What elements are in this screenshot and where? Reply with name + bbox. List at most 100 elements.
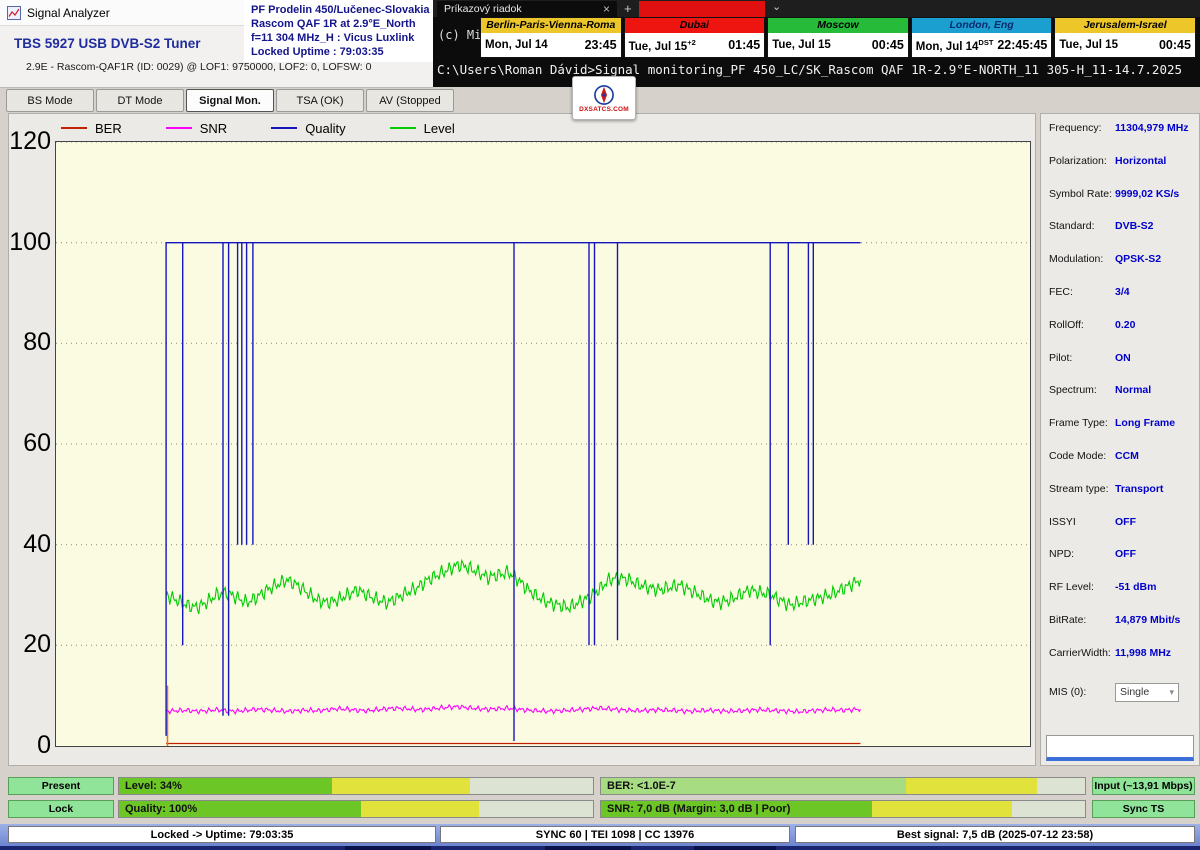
clock-2: Dubai Tue, Jul 15+2 01:45 bbox=[624, 17, 766, 58]
command-line[interactable]: C:\Users\Roman Dávid>Signal monitoring_P… bbox=[437, 62, 1197, 77]
param-label: NPD: bbox=[1049, 548, 1115, 560]
clock-offset: DST bbox=[978, 38, 993, 47]
taskbar-button-fragment[interactable] bbox=[545, 846, 631, 850]
param-value: DVB-S2 bbox=[1115, 220, 1154, 232]
y-tick-label: 0 bbox=[9, 732, 51, 758]
clock-datetime: Tue, Jul 15+2 01:45 bbox=[625, 33, 765, 57]
bar-label: Quality: 100% bbox=[125, 803, 197, 815]
param-label: ISSYI bbox=[1049, 516, 1115, 528]
param-row: BitRate:14,879 Mbit/s bbox=[1041, 611, 1199, 644]
param-value: 11304,979 MHz bbox=[1115, 122, 1189, 134]
status-strip: Locked -> Uptime: 79:03:35SYNC 60 | TEI … bbox=[0, 824, 1200, 846]
param-value: Long Frame bbox=[1115, 417, 1175, 429]
clock-city-label: Dubai bbox=[625, 18, 765, 33]
param-label: Polarization: bbox=[1049, 155, 1115, 167]
chart-legend: BERSNRQualityLevel bbox=[61, 120, 455, 136]
param-label: RF Level: bbox=[1049, 581, 1115, 593]
signal-chart bbox=[56, 142, 1030, 746]
param-value: Horizontal bbox=[1115, 155, 1166, 167]
y-tick-label: 120 bbox=[9, 128, 51, 154]
taskbar-button-fragment[interactable] bbox=[694, 846, 776, 850]
param-label: Modulation: bbox=[1049, 253, 1115, 265]
param-value: CCM bbox=[1115, 450, 1139, 462]
y-tick-label: 40 bbox=[9, 531, 51, 557]
legend-line-swatch bbox=[271, 127, 297, 129]
param-row: Symbol Rate:9999,02 KS/s bbox=[1041, 185, 1199, 218]
info-line-frequency: f=11 304 MHz_H : Vicus Luxlink bbox=[251, 31, 433, 45]
mis-select[interactable]: Single ▾ bbox=[1115, 683, 1179, 702]
terminal-tabbar: Príkazový riadok × + ⌄ bbox=[433, 0, 1200, 17]
legend-item-snr: SNR bbox=[166, 121, 227, 136]
clock-time: 00:45 bbox=[872, 38, 904, 52]
param-row: CarrierWidth:11,998 MHz bbox=[1041, 644, 1199, 677]
param-value: -51 dBm bbox=[1115, 581, 1156, 593]
tab-av-stopped[interactable]: AV (Stopped bbox=[366, 89, 454, 112]
uptime-status: Locked -> Uptime: 79:03:35 bbox=[8, 826, 436, 843]
clock-city-label: Moscow bbox=[768, 18, 908, 33]
param-row: Pilot:ON bbox=[1041, 349, 1199, 382]
param-value: 3/4 bbox=[1115, 286, 1130, 298]
new-tab-icon[interactable]: + bbox=[624, 1, 632, 16]
info-line-satellite: Rascom QAF 1R at 2.9°E_North bbox=[251, 17, 433, 31]
legend-label: Quality bbox=[305, 121, 345, 136]
clock-date: Tue, Jul 15+2 bbox=[629, 38, 696, 53]
y-tick-label: 80 bbox=[9, 329, 51, 355]
tuner-name: TBS 5927 USB DVB-S2 Tuner bbox=[14, 36, 201, 51]
param-value: ON bbox=[1115, 352, 1131, 364]
legend-line-swatch bbox=[61, 127, 87, 129]
bar-segment bbox=[872, 801, 1012, 817]
antenna-info-panel: PF Prodelin 450/Lučenec-Slovakia Rascom … bbox=[244, 0, 433, 62]
world-clocks: Berlin-Paris-Vienna-Roma Mon, Jul 14 23:45… bbox=[480, 17, 1196, 58]
param-label: FEC: bbox=[1049, 286, 1115, 298]
tab-signal-mon[interactable]: Signal Mon. bbox=[186, 89, 274, 112]
param-value: OFF bbox=[1115, 548, 1136, 560]
param-value: 0.20 bbox=[1115, 319, 1135, 331]
compass-icon bbox=[593, 84, 615, 106]
param-row: Polarization:Horizontal bbox=[1041, 152, 1199, 185]
bar-label: BER: <1.0E-7 bbox=[607, 780, 676, 792]
logo-text: DXSATCS.COM bbox=[579, 106, 629, 113]
param-value: 11,998 MHz bbox=[1115, 647, 1171, 659]
param-value: QPSK-S2 bbox=[1115, 253, 1161, 265]
best-signal-status: Best signal: 7,5 dB (2025-07-12 23:58) bbox=[795, 826, 1195, 843]
mis-value: Single bbox=[1120, 686, 1149, 698]
legend-line-swatch bbox=[390, 127, 416, 129]
legend-label: Level bbox=[424, 121, 455, 136]
taskbar-button-fragment[interactable] bbox=[345, 846, 431, 850]
clock-time: 23:45 bbox=[585, 38, 617, 52]
clock-time: 01:45 bbox=[728, 38, 760, 52]
param-label: RollOff: bbox=[1049, 319, 1115, 331]
param-value: OFF bbox=[1115, 516, 1136, 528]
signal-plot bbox=[55, 141, 1031, 747]
tab-dt-mode[interactable]: DT Mode bbox=[96, 89, 184, 112]
info-line-antenna: PF Prodelin 450/Lučenec-Slovakia bbox=[251, 3, 433, 17]
clock-3: Moscow Tue, Jul 15 00:45 bbox=[767, 17, 909, 58]
terminal-tab[interactable]: Príkazový riadok × bbox=[437, 1, 617, 17]
param-row: RollOff:0.20 bbox=[1041, 316, 1199, 349]
param-label: CarrierWidth: bbox=[1049, 647, 1115, 659]
chevron-down-icon[interactable]: ⌄ bbox=[772, 0, 781, 13]
chart-panel: BERSNRQualityLevel 020406080100120 bbox=[8, 113, 1036, 766]
bar-label: SNR: 7,0 dB (Margin: 3,0 dB | Poor) bbox=[607, 803, 790, 815]
tuner-subtitle: 2.9E - Rascom-QAF1R (ID: 0029) @ LOF1: 9… bbox=[26, 61, 371, 73]
tab-close-icon[interactable]: × bbox=[603, 4, 610, 14]
input-rate-indicator: Input (~13,91 Mbps) bbox=[1092, 777, 1195, 795]
param-row: Frequency:11304,979 MHz bbox=[1041, 119, 1199, 152]
param-label: Stream type: bbox=[1049, 483, 1115, 495]
mis-row: MIS (0): Single ▾ bbox=[1041, 683, 1199, 702]
tab-tsa-ok[interactable]: TSA (OK) bbox=[276, 89, 364, 112]
bar-segment bbox=[332, 778, 469, 794]
clock-date: Tue, Jul 15 bbox=[772, 39, 831, 51]
param-label: Frequency: bbox=[1049, 122, 1115, 134]
clock-city-label: Berlin-Paris-Vienna-Roma bbox=[481, 18, 621, 33]
param-row: Standard:DVB-S2 bbox=[1041, 217, 1199, 250]
param-label: Symbol Rate: bbox=[1049, 188, 1115, 200]
tab-bs-mode[interactable]: BS Mode bbox=[6, 89, 94, 112]
y-tick-label: 100 bbox=[9, 229, 51, 255]
param-value: Normal bbox=[1115, 384, 1151, 396]
clock-date: Mon, Jul 14 bbox=[485, 39, 548, 51]
ber-bar: BER: <1.0E-7 bbox=[600, 777, 1086, 795]
present-indicator: Present bbox=[8, 777, 114, 795]
clock-datetime: Tue, Jul 15 00:45 bbox=[768, 33, 908, 57]
clock-1: Berlin-Paris-Vienna-Roma Mon, Jul 14 23:45 bbox=[480, 17, 622, 58]
